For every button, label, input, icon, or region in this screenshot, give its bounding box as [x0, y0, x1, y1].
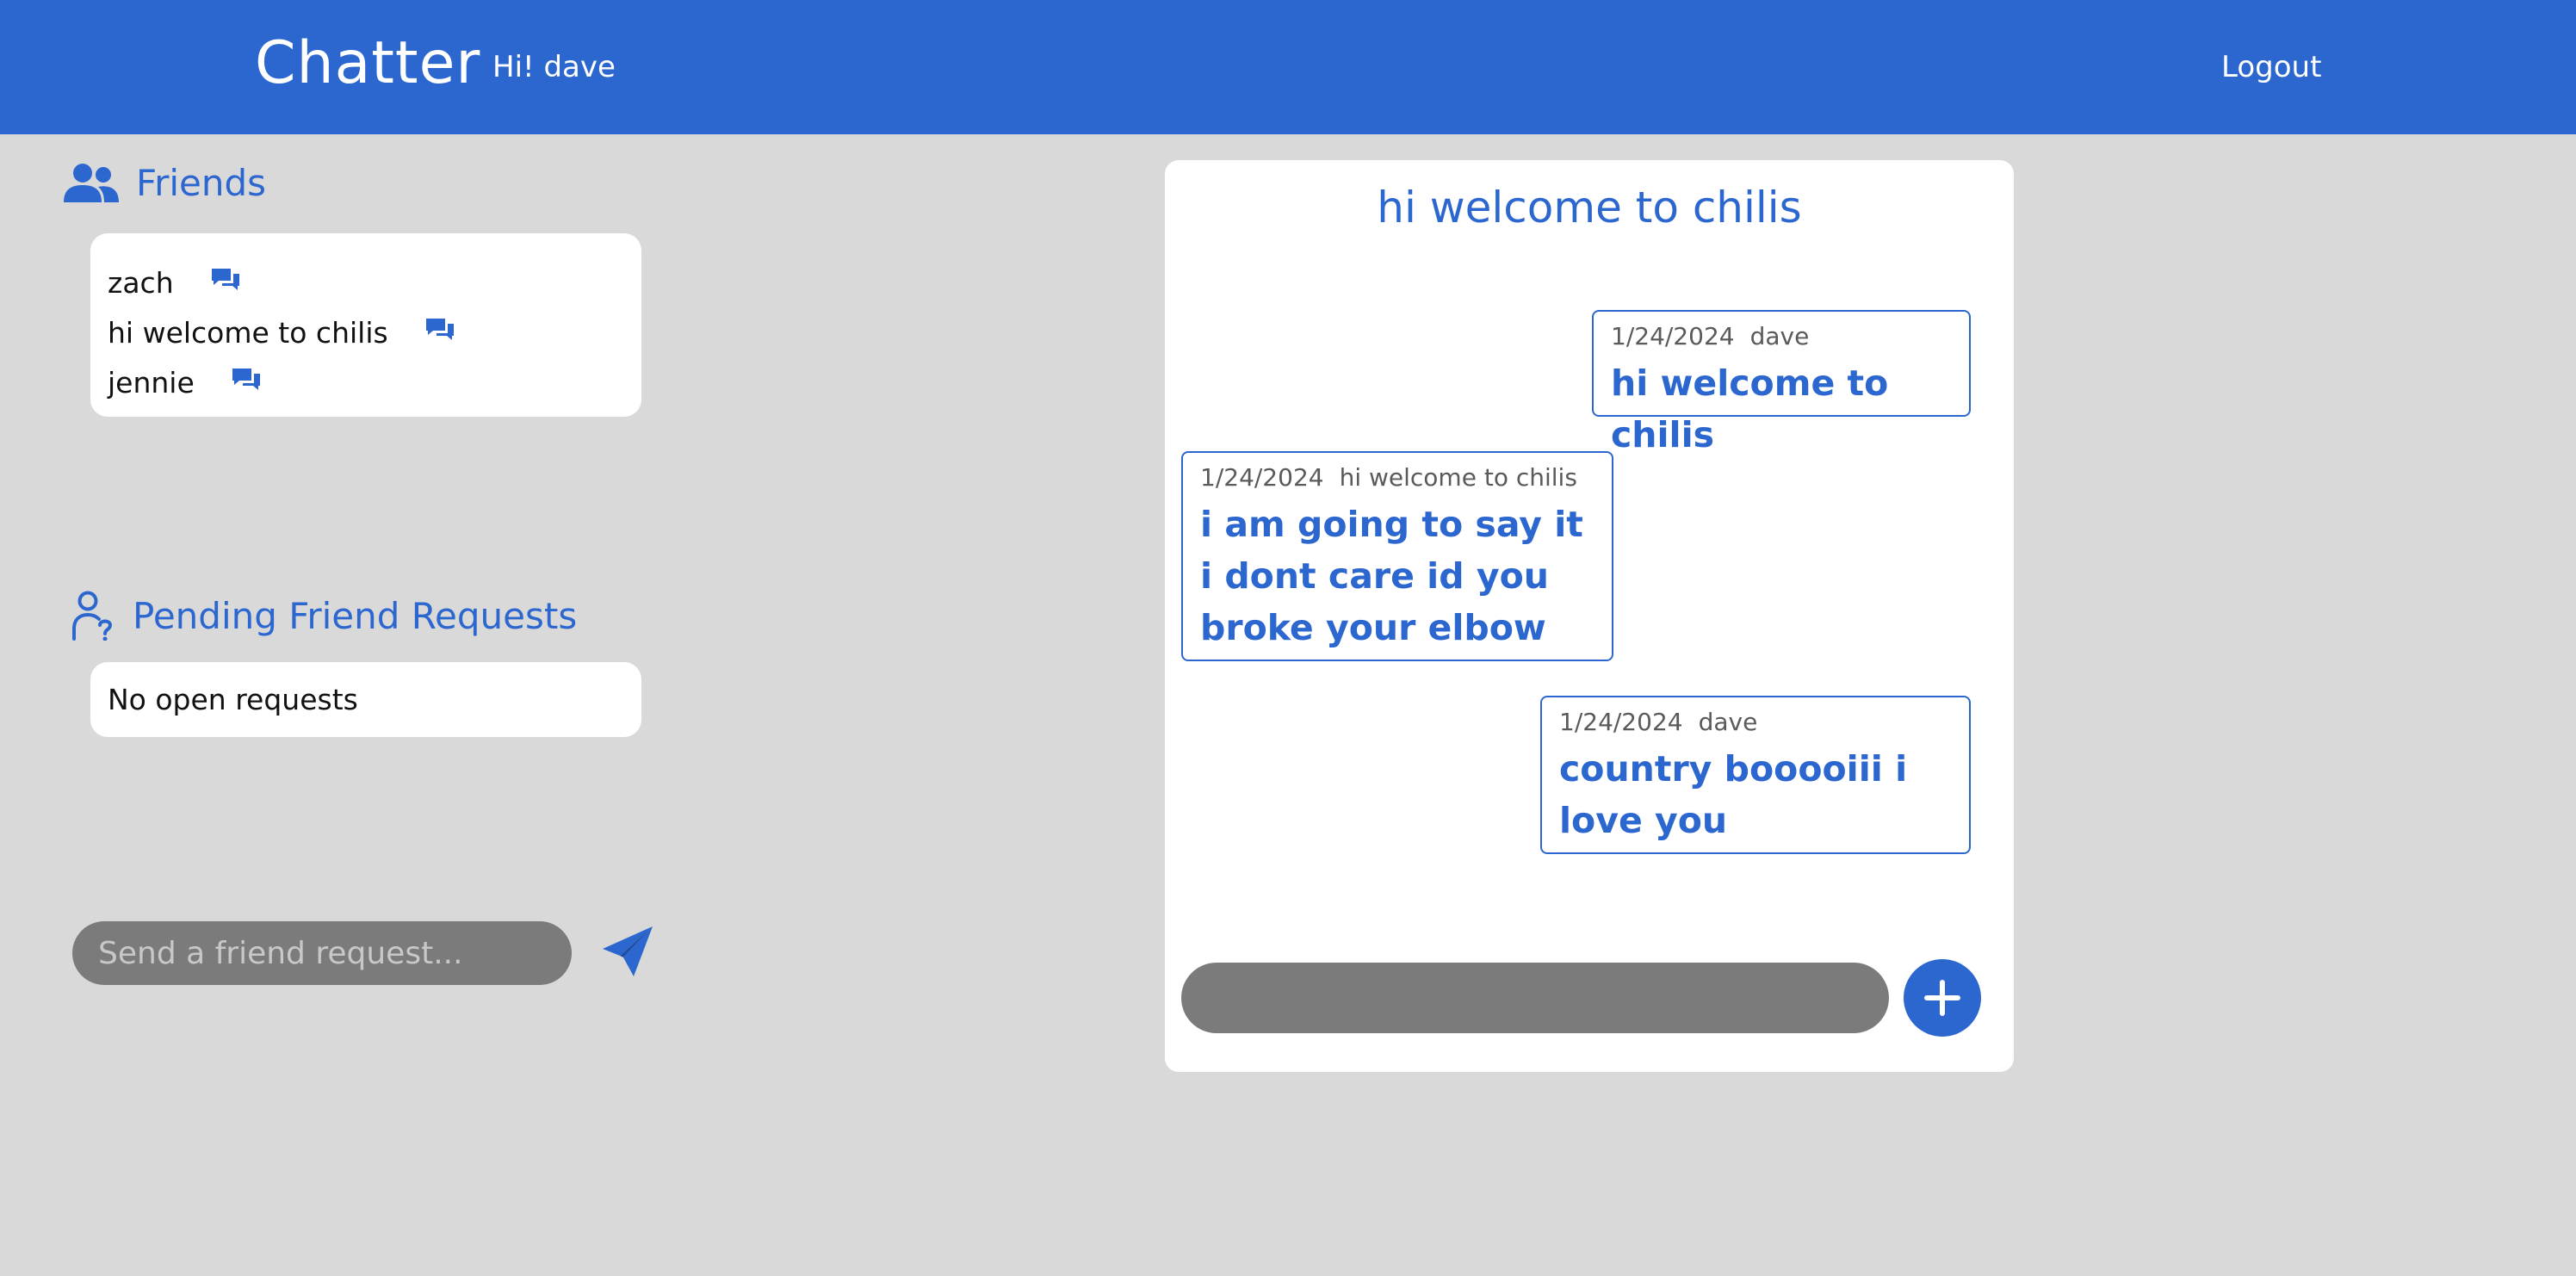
friend-name: jennie — [108, 365, 195, 400]
message-text: hi welcome to chilis — [1611, 362, 1889, 455]
message-input[interactable] — [1181, 963, 1889, 1033]
users-icon — [64, 163, 119, 202]
list-item[interactable]: jennie — [90, 357, 641, 407]
friends-list: zach hi welcome to chilis jennie — [90, 233, 641, 417]
message-meta: 1/24/2024 hi welcome to chilis — [1200, 463, 1595, 492]
message-meta: 1/24/2024 dave — [1559, 708, 1952, 736]
list-item[interactable]: zach — [90, 257, 641, 307]
message-bubble: 1/24/2024 dave hi welcome to chilis — [1592, 310, 1971, 455]
plus-icon — [1924, 980, 1960, 1016]
message-text: country booooiii i love you — [1559, 748, 1908, 841]
message-sender: dave — [1698, 708, 1758, 736]
message-text: i am going to say it i dont care id you … — [1200, 504, 1583, 648]
chat-panel: hi welcome to chilis 1/24/2024 dave hi we… — [1165, 160, 2014, 1072]
top-bar: Chatter Hi! dave Logout — [0, 0, 2576, 134]
message-meta: 1/24/2024 dave — [1611, 322, 1952, 350]
friend-name: hi welcome to chilis — [108, 315, 388, 350]
list-item[interactable]: hi welcome to chilis — [90, 307, 641, 357]
app-brand: Chatter — [255, 29, 481, 97]
message-sender: hi welcome to chilis — [1339, 463, 1577, 492]
empty-state-text: No open requests — [108, 683, 358, 716]
friends-title: Friends — [136, 162, 267, 204]
message-bubble: 1/24/2024 hi welcome to chilis i am going… — [1181, 451, 1613, 661]
send-message-button[interactable] — [1904, 959, 1981, 1037]
chat-bubble-icon[interactable] — [231, 366, 262, 400]
message-date: 1/24/2024 — [1611, 322, 1735, 350]
message-date: 1/24/2024 — [1200, 463, 1324, 492]
friend-request-input[interactable] — [72, 921, 572, 985]
friend-name: zach — [108, 265, 174, 300]
pending-title: Pending Friend Requests — [133, 594, 578, 637]
logout-button[interactable]: Logout — [2221, 50, 2321, 84]
send-icon — [603, 926, 653, 976]
chat-bubble-icon[interactable] — [424, 316, 455, 350]
message-bubble: 1/24/2024 dave country booooiii i love yo… — [1540, 696, 1971, 854]
pending-requests-list: No open requests — [90, 662, 641, 737]
chat-title: hi welcome to chilis — [1377, 183, 1802, 232]
user-greeting: Hi! dave — [492, 50, 616, 84]
message-date: 1/24/2024 — [1559, 708, 1683, 736]
user-question-icon — [72, 591, 113, 641]
chat-bubble-icon[interactable] — [210, 266, 241, 300]
pending-heading: Pending Friend Requests — [72, 591, 577, 641]
message-sender: dave — [1749, 322, 1810, 350]
friends-heading: Friends — [64, 162, 266, 204]
send-request-button[interactable] — [599, 923, 656, 980]
